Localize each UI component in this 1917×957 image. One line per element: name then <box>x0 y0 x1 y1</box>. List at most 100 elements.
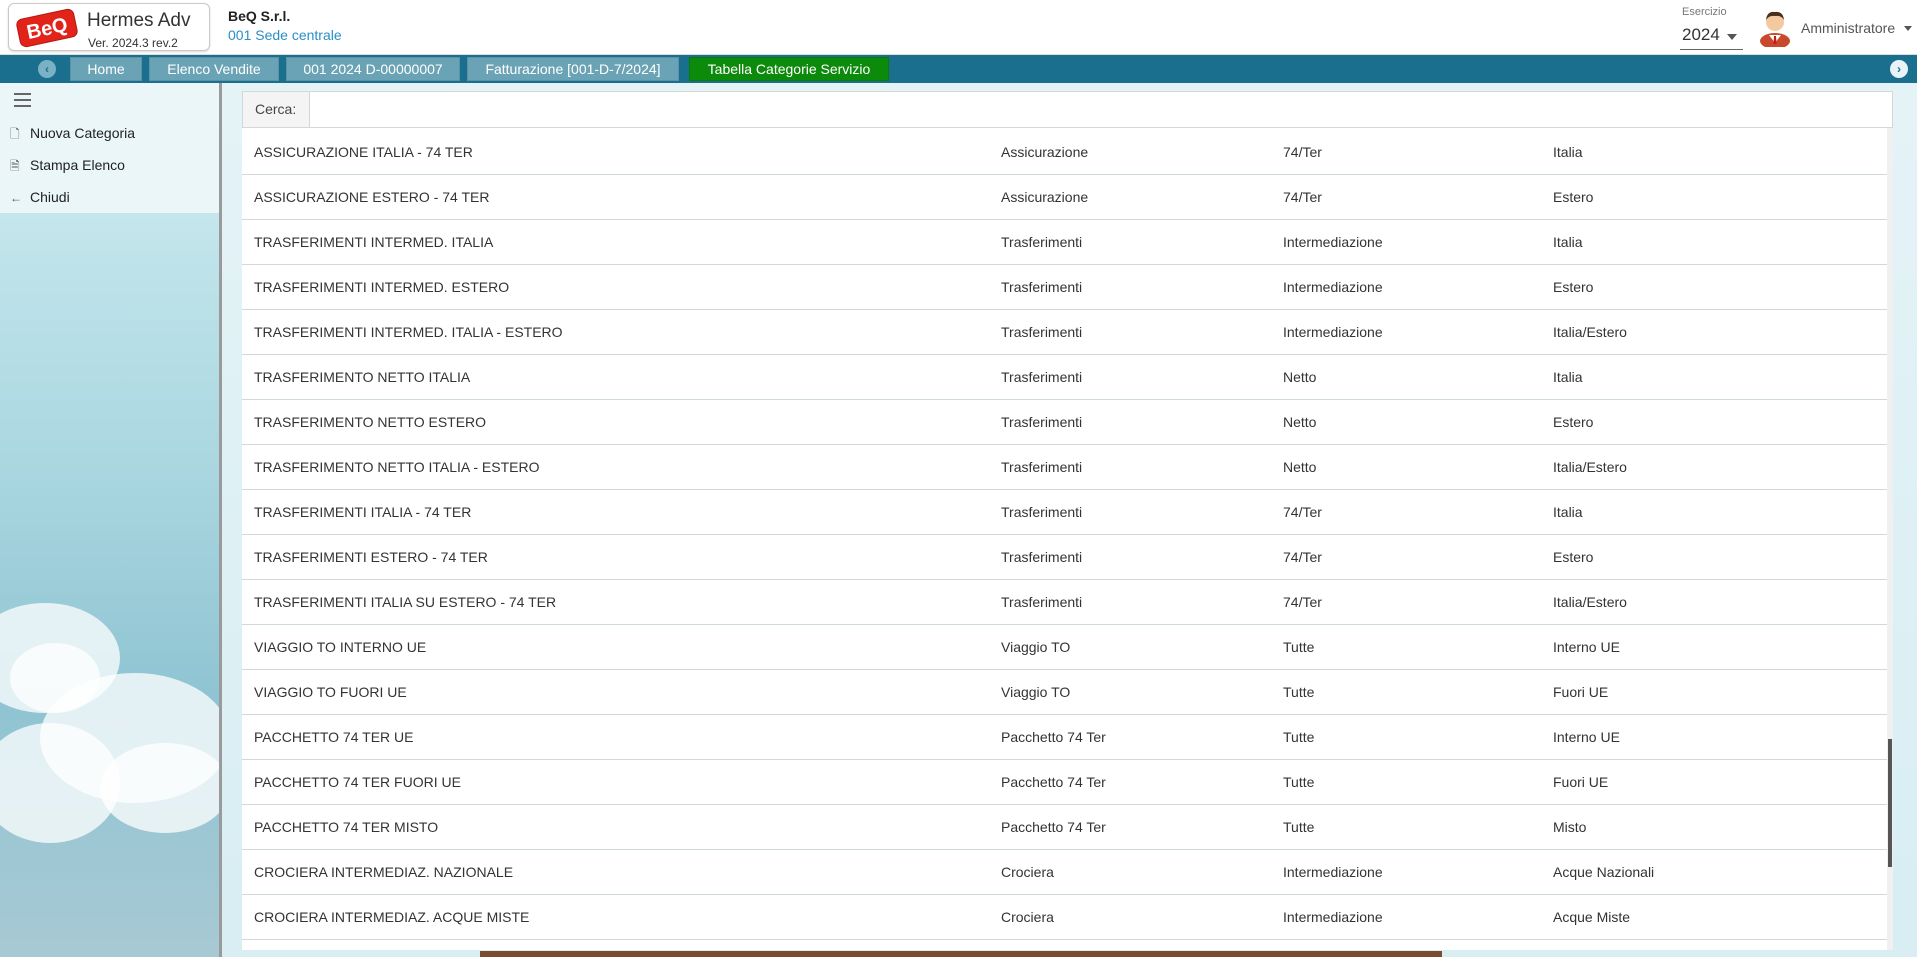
cell-regime: Netto <box>1283 414 1317 430</box>
cell-area: Italia <box>1553 234 1583 250</box>
cell-tipo: Trasferimenti <box>1001 504 1083 520</box>
table-row[interactable]: ASSICURAZIONE ITALIA - 74 TER Assicurazio… <box>242 130 1887 175</box>
sidebar-item-label: Stampa Elenco <box>30 157 125 173</box>
cell-descrizione: ASSICURAZIONE ITALIA - 74 TER <box>254 144 473 160</box>
app-version: Ver. 2024.3 rev.2 <box>88 36 178 50</box>
cell-area: Misto <box>1553 819 1587 835</box>
cell-regime: Tutte <box>1283 729 1315 745</box>
sidebar-item-chiudi[interactable]: ← Chiudi <box>10 189 70 209</box>
cell-area: Acque Miste <box>1553 909 1631 925</box>
table-row[interactable]: TRASFERIMENTI ITALIA - 74 TER Trasferimen… <box>242 490 1887 535</box>
cell-area: Acque Nazionali <box>1553 864 1655 880</box>
esercizio-select[interactable]: 2024 <box>1680 20 1743 50</box>
cell-regime: 74/Ter <box>1283 549 1322 565</box>
cell-tipo: Assicurazione <box>1001 144 1089 160</box>
cell-tipo: Trasferimenti <box>1001 414 1083 430</box>
categories-table: ASSICURAZIONE ITALIA - 74 TER Assicurazio… <box>242 128 1893 950</box>
table-row[interactable]: TRASFERIMENTI ITALIA SU ESTERO - 74 TER T… <box>242 580 1887 625</box>
cell-descrizione: TRASFERIMENTO NETTO ITALIA - ESTERO <box>254 459 540 475</box>
chevron-left-icon[interactable]: ‹ <box>38 60 56 78</box>
cell-tipo: Viaggio TO <box>1001 639 1071 655</box>
cell-regime: 74/Ter <box>1283 594 1322 610</box>
user-avatar-icon[interactable] <box>1757 7 1793 47</box>
tab-elenco-vendite[interactable]: Elenco Vendite <box>149 57 279 81</box>
search-input[interactable] <box>311 92 1891 127</box>
chevron-right-icon[interactable]: › <box>1890 60 1908 78</box>
main-content: Cerca: ASSICURAZIONE ITALIA - 74 TER Assi… <box>222 83 1917 957</box>
user-menu[interactable]: Amministratore <box>1801 20 1895 36</box>
cell-tipo: Crociera <box>1001 909 1054 925</box>
esercizio-label: Esercizio <box>1682 6 1727 18</box>
cell-regime: Intermediazione <box>1283 234 1383 250</box>
cell-area: Italia/Estero <box>1553 594 1627 610</box>
arrow-left-icon: ← <box>10 191 22 205</box>
table-row[interactable]: CROCIERA INTERMEDIAZ. ACQUE MISTE Crocier… <box>242 895 1887 940</box>
hamburger-icon[interactable] <box>14 93 31 107</box>
table-row[interactable]: TRASFERIMENTI INTERMED. ITALIA - ESTERO T… <box>242 310 1887 355</box>
table-row[interactable]: TRASFERIMENTI ESTERO - 74 TER Trasferimen… <box>242 535 1887 580</box>
cell-tipo: Pacchetto 74 Ter <box>1001 729 1106 745</box>
cell-tipo: Trasferimenti <box>1001 234 1083 250</box>
cell-tipo: Viaggio TO <box>1001 684 1071 700</box>
sidebar-menu: 🗋 Nuova Categoria 🗎 Stampa Elenco ← Chiudi <box>0 83 219 213</box>
search-label: Cerca: <box>243 92 310 127</box>
cell-regime: 74/Ter <box>1283 504 1322 520</box>
sidebar-item-label: Nuova Categoria <box>30 125 136 141</box>
cell-tipo: Trasferimenti <box>1001 459 1083 475</box>
cell-tipo: Trasferimenti <box>1001 594 1083 610</box>
cell-regime: Tutte <box>1283 639 1315 655</box>
table-row[interactable]: CROCIERA INTERMEDIAZ. NAZIONALE Crociera I… <box>242 850 1887 895</box>
table-row[interactable]: PACCHETTO 74 TER MISTO Pacchetto 74 Ter Tu… <box>242 805 1887 850</box>
background-strip <box>480 951 1442 957</box>
cell-descrizione: CROCIERA INTERMEDIAZ. ACQUE MISTE <box>254 909 530 925</box>
cell-regime: Intermediazione <box>1283 909 1383 925</box>
chevron-down-icon[interactable] <box>1904 26 1912 31</box>
cell-descrizione: TRASFERIMENTI ITALIA - 74 TER <box>254 504 472 520</box>
cell-area: Estero <box>1553 189 1594 205</box>
cell-tipo: Trasferimenti <box>1001 279 1083 295</box>
table-row[interactable]: PACCHETTO 74 TER UE Pacchetto 74 Ter Tutte… <box>242 715 1887 760</box>
cell-regime: Intermediazione <box>1283 279 1383 295</box>
scrollbar[interactable] <box>1887 128 1893 950</box>
cell-regime: Netto <box>1283 459 1317 475</box>
table-row[interactable]: TRASFERIMENTI INTERMED. ITALIA Trasferime… <box>242 220 1887 265</box>
table-row[interactable]: PACCHETTO 74 TER FUORI UE Pacchetto 74 Te… <box>242 760 1887 805</box>
cell-area: Interno UE <box>1553 729 1620 745</box>
table-row[interactable]: VIAGGIO TO INTERNO UE Viaggio TO Tutte Inte… <box>242 625 1887 670</box>
tab-home[interactable]: Home <box>70 57 142 81</box>
cell-descrizione: PACCHETTO 74 TER MISTO <box>254 819 439 835</box>
search-bar: Cerca: <box>242 91 1893 128</box>
table-row[interactable]: TRASFERIMENTO NETTO ITALIA - ESTERO Trasf… <box>242 445 1887 490</box>
tab-bar: ‹ Home Elenco Vendite 001 2024 D-0000000… <box>0 55 1917 83</box>
table-row[interactable]: TRASFERIMENTO NETTO ESTERO Trasferimenti N… <box>242 400 1887 445</box>
cell-regime: Netto <box>1283 369 1317 385</box>
branch-link[interactable]: 001 Sede centrale <box>228 27 342 43</box>
sidebar-item-nuova-categoria[interactable]: 🗋 Nuova Categoria <box>10 125 135 145</box>
print-document-icon: 🗎 <box>10 159 20 173</box>
scrollbar-thumb[interactable] <box>1888 739 1892 867</box>
sidebar-item-stampa-elenco[interactable]: 🗎 Stampa Elenco <box>10 157 125 177</box>
brand-box[interactable]: BeQ Hermes Adv Ver. 2024.3 rev.2 <box>8 3 210 51</box>
document-icon: 🗋 <box>10 127 20 141</box>
table-row[interactable]: VIAGGIO TO FUORI UE Viaggio TO Tutte Fuori … <box>242 670 1887 715</box>
cell-tipo: Pacchetto 74 Ter <box>1001 774 1106 790</box>
cell-regime: Tutte <box>1283 819 1315 835</box>
table-row[interactable]: TRASFERIMENTI INTERMED. ESTERO Trasferime… <box>242 265 1887 310</box>
cell-area: Estero <box>1553 279 1594 295</box>
tab-tabella-categorie[interactable]: Tabella Categorie Servizio <box>689 57 889 81</box>
table-row[interactable]: TRASFERIMENTO NETTO ITALIA Trasferimenti N… <box>242 355 1887 400</box>
cell-regime: Tutte <box>1283 774 1315 790</box>
cell-descrizione: TRASFERIMENTI INTERMED. ITALIA - ESTERO <box>254 324 563 340</box>
cell-descrizione: VIAGGIO TO INTERNO UE <box>254 639 427 655</box>
table-row[interactable]: ASSICURAZIONE ESTERO - 74 TER Assicurazio… <box>242 175 1887 220</box>
tab-documento[interactable]: 001 2024 D-00000007 <box>286 57 460 81</box>
cell-area: Italia <box>1553 144 1583 160</box>
tab-fatturazione[interactable]: Fatturazione [001-D-7/2024] <box>467 57 679 81</box>
cell-descrizione: TRASFERIMENTI ESTERO - 74 TER <box>254 549 488 565</box>
cell-descrizione: PACCHETTO 74 TER UE <box>254 729 414 745</box>
cell-descrizione: PACCHETTO 74 TER FUORI UE <box>254 774 461 790</box>
sidebar-item-label: Chiudi <box>30 189 70 205</box>
cell-area: Italia <box>1553 369 1583 385</box>
cell-area: Estero <box>1553 549 1594 565</box>
app-name: Hermes Adv <box>87 10 191 31</box>
